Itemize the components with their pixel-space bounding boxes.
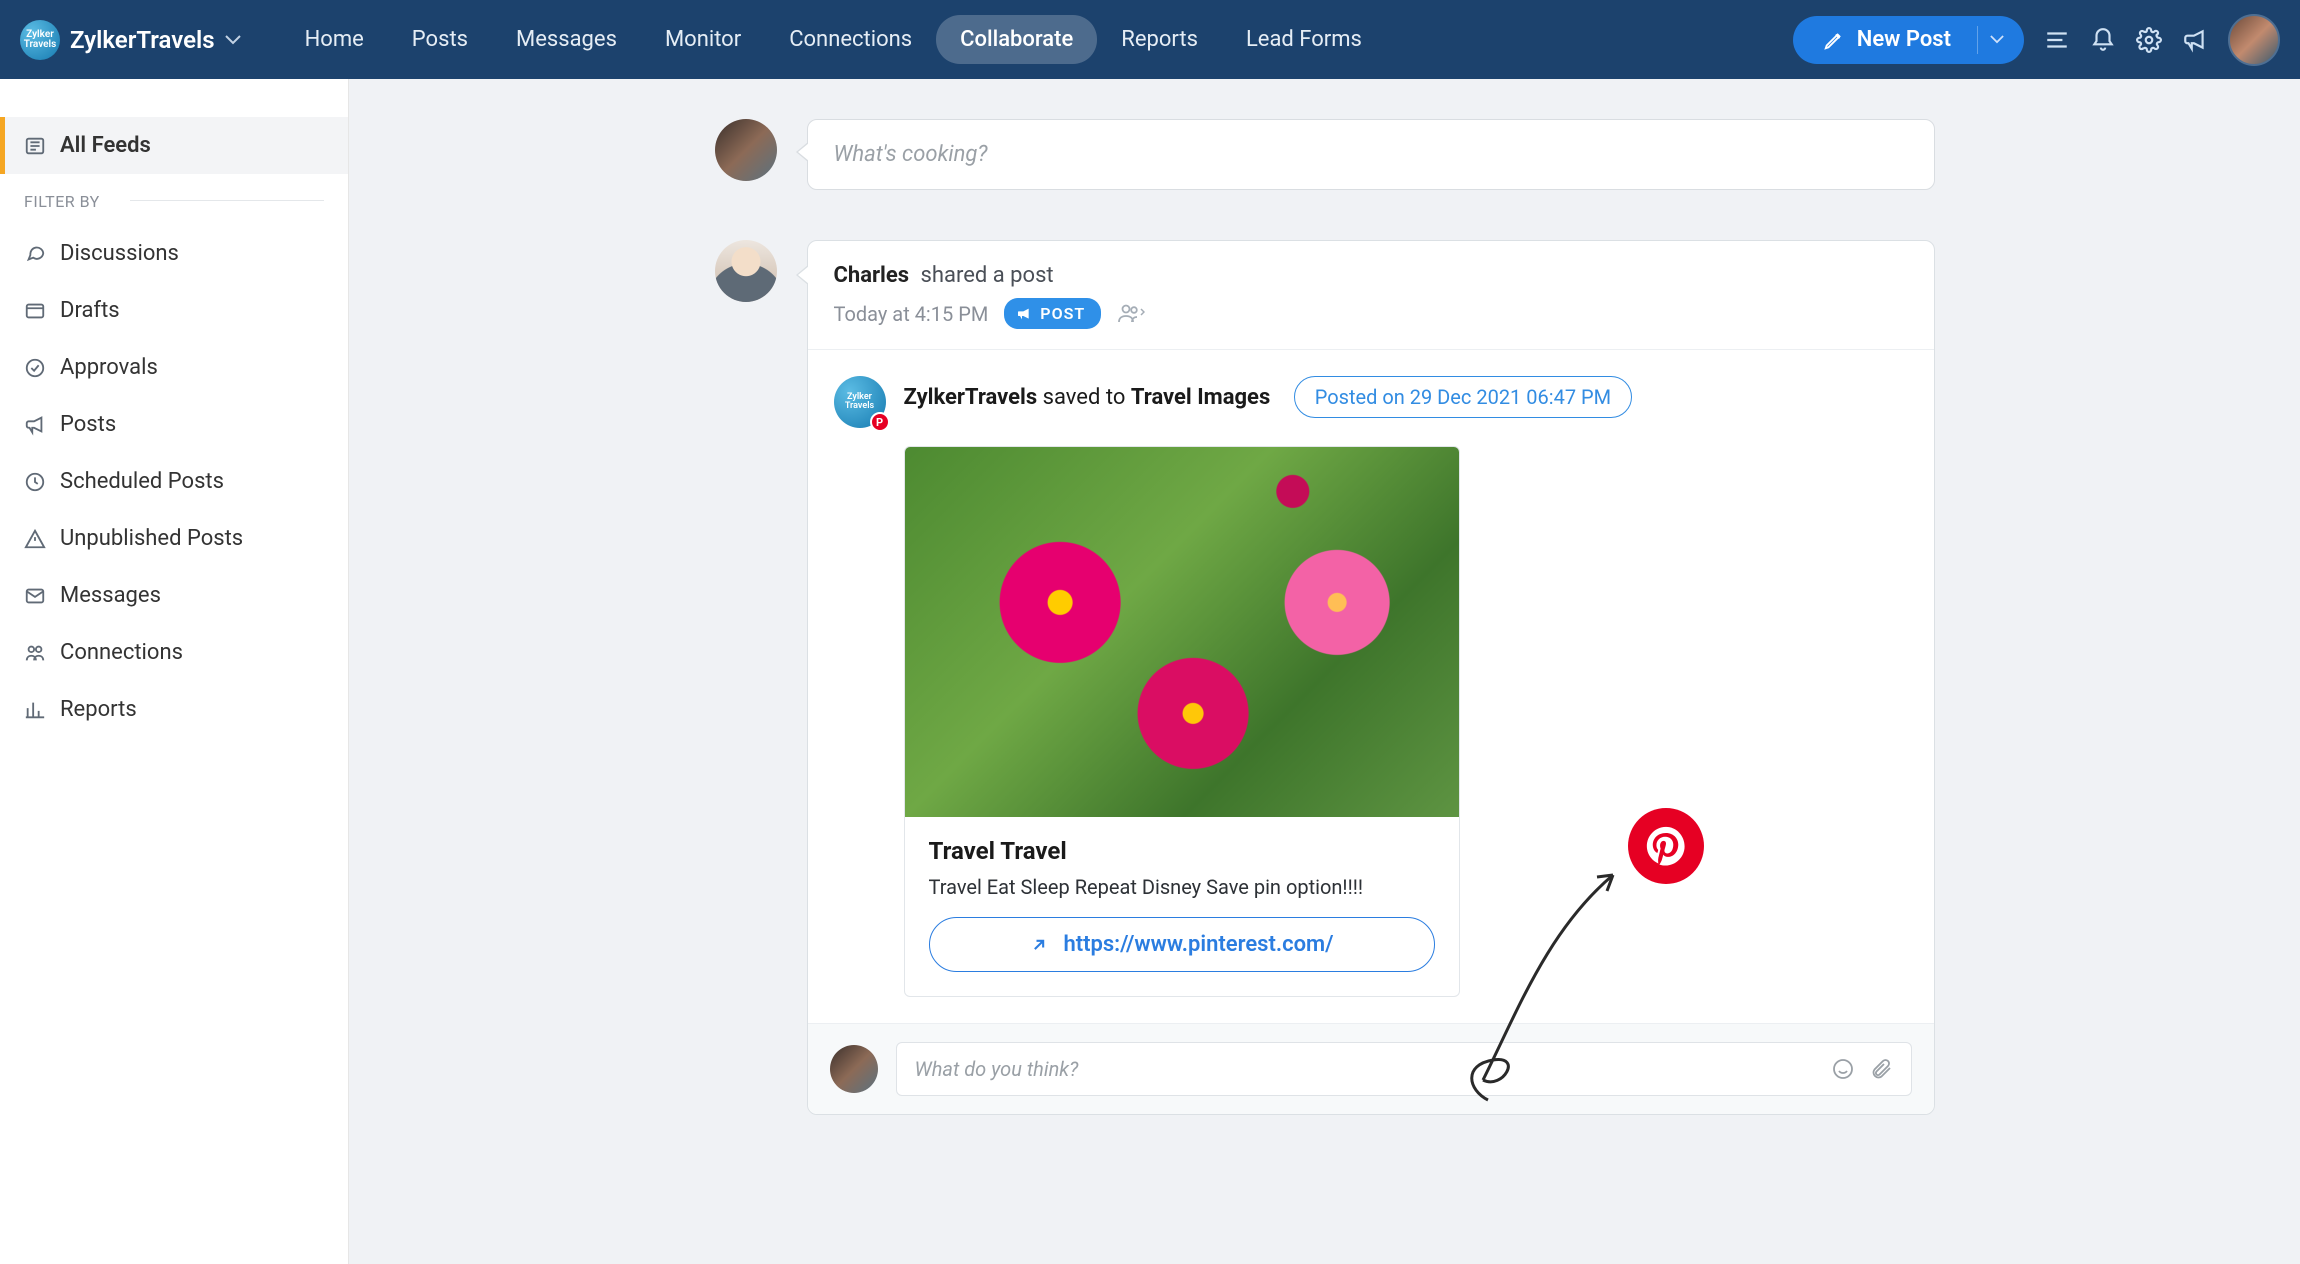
post-type-badge: POST bbox=[1004, 298, 1101, 329]
comment-row: What do you think? bbox=[808, 1023, 1934, 1114]
pin-header: ZylkerTravels P ZylkerTravels saved to T… bbox=[834, 376, 1908, 428]
sidebar: All Feeds FILTER BY Discussions Drafts A… bbox=[0, 79, 349, 1264]
sidebar-item-label: Reports bbox=[60, 697, 137, 722]
sidebar-all-feeds[interactable]: All Feeds bbox=[0, 117, 348, 174]
approvals-icon bbox=[24, 357, 46, 379]
nav-monitor[interactable]: Monitor bbox=[641, 15, 765, 64]
brand[interactable]: ZylkerTravels ZylkerTravels bbox=[20, 20, 241, 60]
sidebar-messages[interactable]: Messages bbox=[0, 567, 348, 624]
reports-icon bbox=[24, 699, 46, 721]
sidebar-item-label: Drafts bbox=[60, 298, 120, 323]
post-author-name[interactable]: Charles bbox=[834, 263, 910, 288]
sidebar-item-label: Unpublished Posts bbox=[60, 526, 243, 551]
sidebar-item-label: Discussions bbox=[60, 241, 179, 266]
discussions-icon bbox=[24, 243, 46, 265]
sidebar-unpublished[interactable]: Unpublished Posts bbox=[0, 510, 348, 567]
new-post-dropdown[interactable] bbox=[1977, 26, 2024, 54]
top-nav: Home Posts Messages Monitor Connections … bbox=[281, 15, 1386, 64]
header-right: New Post bbox=[1793, 14, 2280, 66]
pin-board-name[interactable]: Travel Images bbox=[1131, 385, 1270, 410]
nav-posts[interactable]: Posts bbox=[388, 15, 492, 64]
media-link-text: https://www.pinterest.com/ bbox=[1063, 932, 1333, 957]
messages-icon bbox=[24, 585, 46, 607]
list-icon[interactable] bbox=[2044, 27, 2070, 53]
comment-input[interactable]: What do you think? bbox=[896, 1042, 1912, 1096]
sidebar-discussions[interactable]: Discussions bbox=[0, 225, 348, 282]
sidebar-scheduled[interactable]: Scheduled Posts bbox=[0, 453, 348, 510]
sidebar-item-label: Scheduled Posts bbox=[60, 469, 224, 494]
avatar bbox=[830, 1045, 878, 1093]
nav-reports[interactable]: Reports bbox=[1097, 15, 1222, 64]
chevron-down-icon[interactable] bbox=[225, 35, 241, 45]
connections-icon bbox=[24, 642, 46, 664]
nav-collaborate[interactable]: Collaborate bbox=[936, 15, 1097, 64]
app-body: All Feeds FILTER BY Discussions Drafts A… bbox=[0, 79, 2300, 1264]
sidebar-all-feeds-label: All Feeds bbox=[60, 133, 151, 158]
unpublished-icon bbox=[24, 528, 46, 550]
media-title: Travel Travel bbox=[929, 837, 1435, 865]
main-content: What's cooking? Charles shared a post To… bbox=[349, 79, 2300, 1264]
user-avatar[interactable] bbox=[2228, 14, 2280, 66]
brand-logo-icon: ZylkerTravels bbox=[20, 20, 60, 60]
sidebar-connections[interactable]: Connections bbox=[0, 624, 348, 681]
avatar bbox=[715, 119, 777, 181]
sidebar-item-label: Posts bbox=[60, 412, 116, 437]
emoji-icon[interactable] bbox=[1831, 1057, 1855, 1081]
sidebar-drafts[interactable]: Drafts bbox=[0, 282, 348, 339]
pin-brand-name: ZylkerTravels bbox=[904, 385, 1038, 410]
sidebar-item-label: Connections bbox=[60, 640, 183, 665]
external-link-icon bbox=[1029, 935, 1049, 955]
feed-post: Charles shared a post Today at 4:15 PM P… bbox=[715, 240, 1935, 1115]
megaphone-icon bbox=[1016, 306, 1032, 322]
megaphone-icon[interactable] bbox=[2182, 27, 2208, 53]
media-image bbox=[905, 447, 1459, 817]
nav-connections[interactable]: Connections bbox=[765, 15, 936, 64]
nav-leadforms[interactable]: Lead Forms bbox=[1222, 15, 1386, 64]
compose-row: What's cooking? bbox=[715, 119, 1935, 190]
sidebar-reports[interactable]: Reports bbox=[0, 681, 348, 738]
scheduled-icon bbox=[24, 471, 46, 493]
pin-brand-avatar: ZylkerTravels P bbox=[834, 376, 886, 428]
compose-input[interactable]: What's cooking? bbox=[807, 119, 1935, 190]
feeds-icon bbox=[24, 135, 46, 157]
post-body: ZylkerTravels P ZylkerTravels saved to T… bbox=[808, 350, 1934, 1023]
pinterest-icon bbox=[1628, 808, 1704, 884]
post-card: Charles shared a post Today at 4:15 PM P… bbox=[807, 240, 1935, 1115]
sidebar-item-label: Approvals bbox=[60, 355, 158, 380]
bell-icon[interactable] bbox=[2090, 27, 2116, 53]
pin-saved-to-text: saved to bbox=[1043, 385, 1126, 410]
posts-icon bbox=[24, 414, 46, 436]
post-timestamp: Today at 4:15 PM bbox=[834, 302, 989, 326]
new-post-wrap: New Post bbox=[1793, 16, 2024, 64]
post-type-label: POST bbox=[1040, 304, 1085, 323]
pinterest-badge-icon: P bbox=[870, 412, 890, 432]
drafts-icon bbox=[24, 300, 46, 322]
nav-messages[interactable]: Messages bbox=[492, 15, 641, 64]
new-post-label: New Post bbox=[1857, 27, 1951, 52]
posted-on-pill: Posted on 29 Dec 2021 06:47 PM bbox=[1294, 376, 1632, 418]
header: ZylkerTravels ZylkerTravels Home Posts M… bbox=[0, 0, 2300, 79]
media-link-button[interactable]: https://www.pinterest.com/ bbox=[929, 917, 1435, 972]
gear-icon[interactable] bbox=[2136, 27, 2162, 53]
comment-placeholder: What do you think? bbox=[915, 1057, 1079, 1081]
compose-icon bbox=[1823, 29, 1845, 51]
sidebar-posts[interactable]: Posts bbox=[0, 396, 348, 453]
sidebar-approvals[interactable]: Approvals bbox=[0, 339, 348, 396]
sidebar-filter-label: FILTER BY bbox=[0, 174, 348, 225]
arrow-annotation bbox=[1448, 840, 1668, 1120]
brand-name: ZylkerTravels bbox=[70, 26, 215, 54]
attachment-icon[interactable] bbox=[1869, 1057, 1893, 1081]
post-action-text: shared a post bbox=[921, 263, 1054, 288]
sidebar-item-label: Messages bbox=[60, 583, 161, 608]
new-post-button[interactable]: New Post bbox=[1793, 27, 1977, 52]
pin-text: ZylkerTravels saved to Travel Images Pos… bbox=[904, 376, 1633, 418]
media-card: Travel Travel Travel Eat Sleep Repeat Di… bbox=[904, 446, 1460, 997]
post-author-avatar bbox=[715, 240, 777, 302]
audience-icon[interactable] bbox=[1117, 303, 1145, 325]
nav-home[interactable]: Home bbox=[281, 15, 388, 64]
media-description: Travel Eat Sleep Repeat Disney Save pin … bbox=[929, 875, 1435, 899]
post-header: Charles shared a post Today at 4:15 PM P… bbox=[808, 241, 1934, 349]
